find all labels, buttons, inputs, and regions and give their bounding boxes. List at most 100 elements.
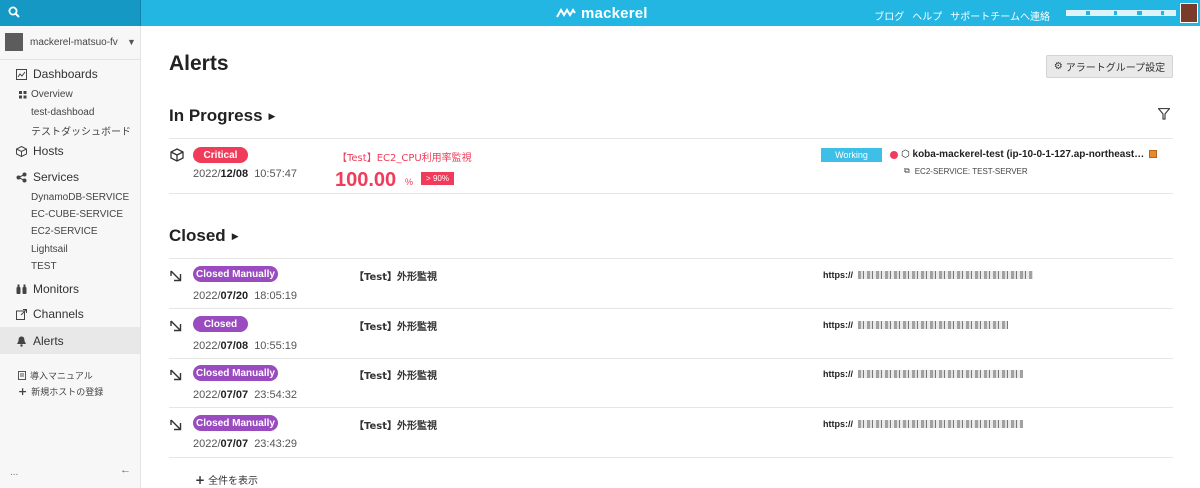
- alert-datetime: 2022/07/08 10:55:19: [193, 340, 297, 352]
- role-icon: ⧉: [904, 166, 910, 175]
- org-name: mackerel-matsuo-fv: [30, 36, 118, 48]
- monitor-title-link[interactable]: 【Test】外形監視: [354, 318, 437, 333]
- search-icon: [8, 6, 20, 18]
- sidebar-item-ec2-service[interactable]: EC2-SERVICE: [31, 226, 98, 237]
- role-label: EC2-SERVICE: TEST-SERVER: [914, 166, 1028, 176]
- sidebar-item-dynamodb-service[interactable]: DynamoDB-SERVICE: [31, 192, 129, 203]
- divider: [169, 193, 1173, 194]
- time: 23:43:29: [254, 438, 298, 450]
- document-icon: [18, 371, 26, 380]
- status-badge: Critical: [193, 147, 248, 163]
- metric-unit: %: [405, 177, 414, 187]
- help-link[interactable]: ヘルプ: [912, 8, 942, 23]
- section-label: Closed: [169, 226, 226, 245]
- alert-group-settings-button[interactable]: ⚙ アラートグループ設定: [1046, 55, 1173, 78]
- url-link[interactable]: https://: [823, 320, 853, 330]
- sidebar-item-label: Overview: [31, 89, 73, 100]
- sidebar-item-monitors[interactable]: Monitors: [16, 282, 79, 296]
- date-year: 2022/: [193, 290, 221, 302]
- sidebar-item-test-dashboad[interactable]: test-dashboad: [31, 107, 94, 118]
- alert-datetime: 2022/07/07 23:43:29: [193, 438, 297, 450]
- arrow-down-right-icon: [170, 369, 182, 381]
- host-name: koba-mackerel-test (ip-10-0-1-127.ap-nor…: [912, 149, 1146, 160]
- top-bar: mackerel ブログ ヘルプ サポートチームへ連絡: [0, 0, 1200, 26]
- divider: [169, 308, 1173, 309]
- divider: [169, 407, 1173, 408]
- triangle-right-icon: ▶: [231, 230, 239, 241]
- mackerel-logo[interactable]: mackerel: [556, 4, 648, 22]
- blog-link[interactable]: ブログ: [874, 8, 904, 23]
- sidebar-item-test[interactable]: TEST: [31, 261, 57, 272]
- sidebar-item-label: Alerts: [33, 334, 64, 348]
- sidebar-item-dashboards[interactable]: Dashboards: [16, 67, 98, 81]
- search-box[interactable]: [0, 0, 141, 26]
- sidebar-item-ec-cube-service[interactable]: EC-CUBE-SERVICE: [31, 209, 123, 220]
- date-year: 2022/: [193, 438, 221, 450]
- page-title: Alerts: [169, 52, 229, 75]
- sidebar-item-label: Hosts: [33, 144, 64, 158]
- bell-icon: [17, 336, 26, 347]
- date-year: 2022/: [193, 168, 221, 180]
- time: 10:55:19: [254, 340, 298, 352]
- url-link[interactable]: https://: [823, 369, 853, 379]
- sidebar-item-label: Dashboards: [33, 67, 98, 81]
- cube-icon: ⬡: [901, 149, 910, 160]
- more-icon[interactable]: ...: [10, 467, 18, 478]
- date-md: 07/08: [220, 340, 249, 352]
- sidebar-item-lightsail[interactable]: Lightsail: [31, 244, 68, 255]
- user-name-redacted[interactable]: [1066, 9, 1176, 17]
- url-link[interactable]: https://: [823, 270, 853, 280]
- monitor-title-link[interactable]: 【Test】EC2_CPU利用率監視: [337, 149, 472, 164]
- redacted-url: [858, 271, 1033, 279]
- gear-icon: ⚙: [1053, 61, 1063, 72]
- threshold-badge: > 90%: [421, 172, 454, 185]
- cube-icon: [170, 148, 184, 162]
- user-avatar[interactable]: [1180, 3, 1198, 23]
- time: 23:54:32: [254, 389, 298, 401]
- binoculars-icon: [16, 284, 27, 294]
- monitor-title-link[interactable]: 【Test】外形監視: [354, 367, 437, 382]
- date-year: 2022/: [193, 389, 221, 401]
- warning-square-icon: [1149, 150, 1157, 158]
- divider: [169, 358, 1173, 359]
- sidebar-item-overview[interactable]: Overview: [19, 89, 73, 100]
- show-all-label: 全件を表示: [208, 476, 259, 487]
- sidebar-item-label: Monitors: [33, 282, 80, 296]
- register-host-link[interactable]: + 新規ホストの登録: [18, 385, 103, 398]
- triangle-right-icon: ▶: [268, 110, 276, 121]
- collapse-sidebar-icon[interactable]: ←: [120, 464, 131, 476]
- url-link[interactable]: https://: [823, 419, 853, 429]
- redacted-url: [858, 370, 1023, 378]
- filter-icon[interactable]: [1158, 108, 1170, 120]
- support-link[interactable]: サポートチームへ連絡: [950, 8, 1050, 23]
- host-role[interactable]: ⧉ EC2-SERVICE: TEST-SERVER: [904, 166, 1028, 176]
- divider: [169, 457, 1173, 458]
- host-status-dot: [890, 151, 898, 159]
- dashboard-icon: [16, 68, 27, 80]
- divider: [169, 138, 1173, 139]
- sidebar-item-channels[interactable]: Channels: [16, 307, 84, 321]
- sidebar-item-alerts[interactable]: Alerts: [16, 334, 64, 348]
- manual-link[interactable]: 導入マニュアル: [18, 369, 93, 382]
- redacted-url: [858, 321, 1008, 329]
- monitor-title-link[interactable]: 【Test】外形監視: [354, 417, 437, 432]
- caret-down-icon[interactable]: ▼: [127, 37, 136, 47]
- manual-link-label: 導入マニュアル: [30, 372, 93, 382]
- divider: [0, 59, 140, 60]
- closed-heading[interactable]: Closed ▶: [169, 226, 239, 246]
- in-progress-heading[interactable]: In Progress ▶: [169, 106, 275, 126]
- monitor-title-link[interactable]: 【Test】外形監視: [354, 268, 437, 283]
- sidebar-item-test-dashboard-jp[interactable]: テストダッシュボード: [31, 123, 131, 138]
- sidebar-item-services[interactable]: Services: [16, 170, 79, 184]
- sidebar-item-hosts[interactable]: Hosts: [16, 144, 64, 158]
- date-md: 07/07: [220, 438, 249, 450]
- plus-icon: +: [18, 385, 28, 398]
- button-label: アラートグループ設定: [1065, 63, 1166, 74]
- date-md: 07/20: [220, 290, 249, 302]
- show-all-link[interactable]: + 全件を表示: [195, 472, 259, 488]
- working-badge: Working: [821, 148, 882, 162]
- main-content: Alerts ⚙ アラートグループ設定 In Progress ▶ Critic…: [141, 26, 1200, 488]
- sidebar-item-label: Channels: [33, 307, 84, 321]
- org-switcher[interactable]: mackerel-matsuo-fv: [5, 32, 118, 52]
- host-link[interactable]: ⬡ koba-mackerel-test (ip-10-0-1-127.ap-n…: [901, 149, 1146, 160]
